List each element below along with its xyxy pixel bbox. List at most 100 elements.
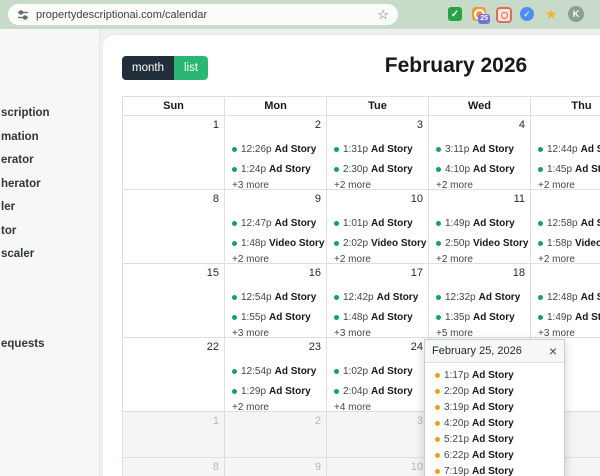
event-list: 12:47p Ad Story 1:48p Video Story [225, 190, 326, 253]
calendar-event[interactable]: 1:29p Ad Story [225, 381, 326, 401]
event-dot-icon [232, 146, 237, 152]
calendar-event[interactable]: 1:48p Video Story [225, 233, 326, 253]
day-cell[interactable]: 11 1:49p Ad Story 2:50p Video Story +2 more [429, 190, 531, 264]
close-icon[interactable]: × [549, 344, 557, 358]
event-title: Ad Story [371, 163, 413, 175]
calendar-event[interactable]: 1:02p Ad Story [327, 361, 428, 381]
day-cell[interactable]: 23 12:54p Ad Story 1:29p Ad Story +2 more [225, 338, 327, 412]
event-dot-icon [436, 314, 441, 320]
more-events-link[interactable]: +2 more [225, 402, 326, 411]
calendar-event[interactable]: 4:20p Ad Story [425, 415, 564, 431]
url-bar[interactable]: propertydescriptionai.com/calendar ☆ [8, 4, 398, 25]
day-cell[interactable]: 9 12:47p Ad Story 1:48p Video Story +2 more [225, 190, 327, 264]
day-cell[interactable]: 18 12:32p Ad Story 1:35p Ad Story +5 more [429, 264, 531, 338]
calendar-event[interactable]: 1:55p Ad Story [225, 307, 326, 327]
sidebar-item[interactable]: ler [0, 196, 99, 220]
calendar-event[interactable]: 12:48pAd Story [531, 287, 600, 307]
calendar-page: month list February 2026 Sun Mon Tue Wed Thu… [103, 35, 600, 476]
more-events-link[interactable]: +4 more [327, 402, 428, 411]
sidebar-item[interactable]: herator [0, 173, 99, 197]
sidebar-item[interactable]: tor [0, 220, 99, 244]
calendar-event[interactable]: 1:35p Ad Story [429, 307, 530, 327]
day-cell[interactable]: 3 1:31p Ad Story 2:30p Ad Story +2 more [327, 116, 429, 190]
calendar-event[interactable]: 12:44pAd Story [531, 139, 600, 159]
more-events-link[interactable]: +3 more [531, 328, 600, 337]
calendar-event[interactable]: 12:26p Ad Story [225, 139, 326, 159]
calendar-event[interactable]: 7:19p Ad Story [425, 463, 564, 476]
day-cell[interactable]: 4 3:11p Ad Story 4:10p Ad Story +2 more [429, 116, 531, 190]
more-events-link[interactable]: +2 more [429, 180, 530, 189]
event-dot-icon [538, 166, 543, 172]
day-cell[interactable]: 1912:48pAd Story1:49pAd Story+3 more [531, 264, 600, 338]
calendar-event[interactable]: 4:10p Ad Story [429, 159, 530, 179]
calendar-event[interactable]: 12:58pAd Story [531, 213, 600, 233]
more-events-link[interactable]: +2 more [327, 254, 428, 263]
calendar-event[interactable]: 1:17p Ad Story [425, 367, 564, 383]
day-cell[interactable]: 512:44pAd Story1:45pAd Story+2 more [531, 116, 600, 190]
more-events-link[interactable]: +2 more [429, 254, 530, 263]
instagram-extension-icon[interactable] [496, 7, 512, 23]
more-events-link[interactable]: +2 more [531, 254, 600, 263]
calendar-event[interactable]: 1:49pAd Story [531, 307, 600, 327]
day-cell[interactable]: 22 [123, 338, 225, 412]
blue-check-extension-icon[interactable]: ✓ [520, 7, 534, 21]
more-events-link[interactable]: +3 more [225, 328, 326, 337]
calendar-event[interactable]: 12:54p Ad Story [225, 361, 326, 381]
calendar-event[interactable]: 3:11p Ad Story [429, 139, 530, 159]
calendar-event[interactable]: 2:04p Ad Story [327, 381, 428, 401]
calendar-event[interactable]: 1:01p Ad Story [327, 213, 428, 233]
day-cell[interactable]: 1 [123, 412, 225, 458]
calendar-event[interactable]: 12:42p Ad Story [327, 287, 428, 307]
sidebar-item[interactable]: mation [0, 126, 99, 150]
calendar-event[interactable]: 12:32p Ad Story [429, 287, 530, 307]
calendar-event[interactable]: 2:02p Video Story [327, 233, 428, 253]
calendar-event[interactable]: 3:19p Ad Story [425, 399, 564, 415]
more-events-link[interactable]: +3 more [327, 328, 428, 337]
star-extension-icon[interactable]: ★ [544, 7, 558, 21]
sidebar-item[interactable]: scaler [0, 243, 99, 267]
calendar-event[interactable]: 1:48p Ad Story [327, 307, 428, 327]
calendar-extension-icon[interactable]: 25 [472, 7, 490, 24]
more-events-link[interactable]: +5 more [429, 328, 530, 337]
calendar-event[interactable]: 2:30p Ad Story [327, 159, 428, 179]
day-cell[interactable]: 10 1:01p Ad Story 2:02p Video Story +2 more [327, 190, 429, 264]
event-title: Ad Story [371, 217, 413, 229]
day-cell[interactable]: 16 12:54p Ad Story 1:55p Ad Story +3 more [225, 264, 327, 338]
more-events-link[interactable]: +2 more [531, 180, 600, 189]
calendar-event[interactable]: 1:49pAd Story [429, 213, 530, 233]
day-cell[interactable]: 1 [123, 116, 225, 190]
more-events-link[interactable]: +3 more [225, 180, 326, 189]
bookmark-star-icon[interactable]: ☆ [377, 8, 389, 21]
day-cell[interactable]: 2 12:26p Ad Story 1:24p Ad Story +3 more [225, 116, 327, 190]
day-cell[interactable]: 8 [123, 190, 225, 264]
day-cell[interactable]: 8 [123, 458, 225, 476]
calendar-event[interactable]: 12:54p Ad Story [225, 287, 326, 307]
calendar-event[interactable]: 5:21p Ad Story [425, 431, 564, 447]
more-events-link[interactable]: +2 more [327, 180, 428, 189]
sidebar-item[interactable]: erator [0, 149, 99, 173]
calendar-event[interactable]: 1:31p Ad Story [327, 139, 428, 159]
calendar-event[interactable]: 2:20p Ad Story [425, 383, 564, 399]
day-cell[interactable]: 1212:58pAd Story1:58pVideo Story+2 more [531, 190, 600, 264]
event-time: 1:49p [445, 217, 471, 229]
calendar-event[interactable]: 6:22p Ad Story [425, 447, 564, 463]
day-cell[interactable]: 3 [327, 412, 429, 458]
calendar-event[interactable]: 1:58pVideo Story [531, 233, 600, 253]
calendar-event[interactable]: 12:47p Ad Story [225, 213, 326, 233]
profile-avatar[interactable]: K [568, 6, 584, 22]
day-cell[interactable]: 2 [225, 412, 327, 458]
day-cell[interactable]: 17 12:42p Ad Story 1:48p Ad Story +3 more [327, 264, 429, 338]
day-cell[interactable]: 15 [123, 264, 225, 338]
calendar-event[interactable]: 1:24p Ad Story [225, 159, 326, 179]
more-events-link[interactable]: +2 more [225, 254, 326, 263]
day-cell[interactable]: 9 [225, 458, 327, 476]
sidebar-item[interactable]: scription [0, 102, 99, 126]
day-cell[interactable]: 10 [327, 458, 429, 476]
sidebar-item[interactable]: equests [0, 333, 99, 357]
checkmark-extension-icon[interactable]: ✓ [448, 7, 462, 21]
calendar-event[interactable]: 2:50p Video Story [429, 233, 530, 253]
day-cell[interactable]: 24 1:02p Ad Story 2:04p Ad Story +4 more [327, 338, 429, 412]
list-view-button[interactable]: list [173, 56, 209, 80]
calendar-event[interactable]: 1:45pAd Story [531, 159, 600, 179]
month-view-button[interactable]: month [122, 56, 174, 80]
